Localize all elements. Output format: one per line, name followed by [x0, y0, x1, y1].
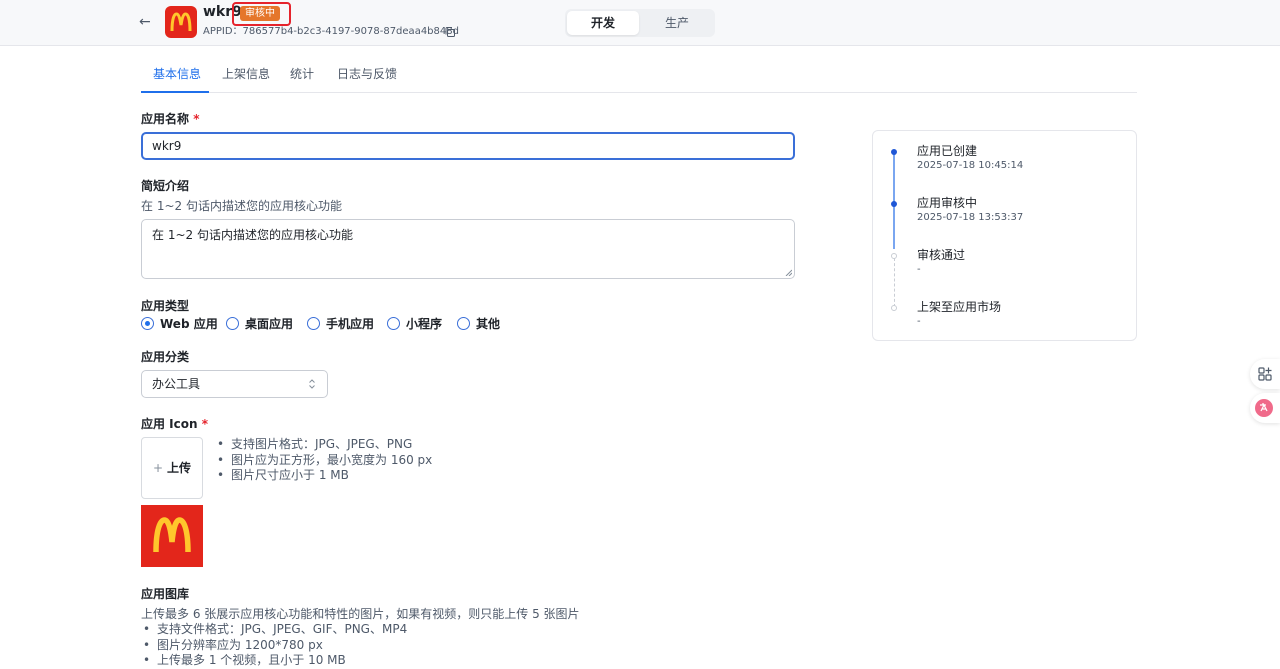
radio-label: 桌面应用 [245, 317, 294, 331]
timeline-title: 应用审核中 [917, 196, 978, 210]
app-logo [165, 6, 197, 38]
radio-label: Web 应用 [160, 317, 218, 331]
required-mark: * [193, 112, 200, 126]
floating-apps-button[interactable] [1250, 359, 1280, 389]
tab-basic-info[interactable]: 基本信息 [153, 66, 201, 82]
grid-add-icon [1258, 367, 1272, 381]
review-timeline: 应用已创建 2025-07-18 10:45:14 应用审核中 2025-07-… [872, 130, 1137, 341]
list-item: 上传最多 1 个视频，且小于 10 MB [141, 653, 407, 669]
icon-label: 应用 Icon * [141, 417, 209, 431]
timeline-time: - [917, 264, 921, 275]
mcdonalds-logo-icon [153, 517, 191, 553]
icon-rules-list: 支持图片格式：JPG、JPEG、PNG 图片应为正方形，最小宽度为 160 px… [215, 437, 432, 484]
timeline-item: 应用审核中 2025-07-18 13:53:37 [917, 196, 1023, 225]
category-select[interactable]: 办公工具 [141, 370, 328, 398]
tab-listing-info[interactable]: 上架信息 [222, 66, 270, 82]
timeline-dot-pending [891, 305, 897, 311]
icon-preview-image [141, 505, 203, 567]
intro-text: 在 1~2 句话内描述您的应用核心功能 [152, 228, 353, 242]
mcdonalds-logo-icon [170, 12, 192, 32]
app-id: APPID：786577b4-b2c3-4197-9078-87deaa4b84… [203, 26, 459, 37]
timeline-connector [893, 154, 895, 203]
list-item: 支持文件格式：JPG、JPEG、GIF、PNG、MP4 [141, 622, 407, 638]
timeline-time: - [917, 316, 921, 327]
radio-label: 小程序 [406, 317, 443, 331]
list-item: 图片应为正方形，最小宽度为 160 px [215, 453, 432, 469]
env-dev-button[interactable]: 开发 [567, 11, 639, 35]
translate-icon [1255, 399, 1273, 417]
intro-textarea[interactable]: 在 1~2 句话内描述您的应用核心功能 [141, 219, 795, 279]
required-mark: * [201, 417, 209, 431]
radio-empty-icon [307, 317, 320, 330]
category-value: 办公工具 [152, 377, 201, 391]
radio-empty-icon [457, 317, 470, 330]
radio-empty-icon [226, 317, 239, 330]
timeline-connector [893, 206, 895, 249]
top-bar: ← wkr9 审核中 APPID：786577b4-b2c3-4197-9078… [0, 0, 1280, 46]
timeline-dot-done [891, 149, 897, 155]
type-label: 应用类型 [141, 299, 190, 313]
upload-label: 上传 [167, 461, 192, 475]
timeline-item: 审核通过 - [917, 248, 965, 277]
category-label: 应用分类 [141, 350, 190, 364]
timeline-dot-pending [891, 253, 897, 259]
back-arrow-icon[interactable]: ← [139, 12, 155, 32]
timeline-dot-done [891, 201, 897, 207]
tab-logs-feedback[interactable]: 日志与反馈 [337, 66, 397, 82]
timeline-time: 2025-07-18 13:53:37 [917, 212, 1024, 223]
gallery-rules-list: 支持文件格式：JPG、JPEG、GIF、PNG、MP4 图片分辨率应为 1200… [141, 622, 407, 669]
app-name-input[interactable]: wkr9 [141, 132, 795, 160]
environment-switch: 开发 生产 [565, 9, 715, 37]
timeline-item: 上架至应用市场 - [917, 300, 1001, 329]
gallery-label: 应用图库 [141, 587, 190, 601]
list-item: 图片分辨率应为 1200*780 px [141, 638, 407, 654]
app-name-label: 应用名称 * [141, 112, 200, 126]
timeline-connector [894, 258, 895, 307]
resize-handle-icon[interactable] [785, 269, 792, 276]
floating-translate-button[interactable] [1250, 393, 1280, 423]
timeline-title: 上架至应用市场 [917, 300, 1002, 314]
timeline-title: 应用已创建 [917, 144, 978, 158]
intro-label: 简短介绍 [141, 179, 190, 193]
env-prod-button[interactable]: 生产 [641, 11, 713, 35]
radio-selected-icon [141, 317, 154, 330]
chevron-up-down-icon [309, 379, 315, 389]
timeline-time: 2025-07-18 10:45:14 [917, 160, 1024, 171]
active-tab-indicator [141, 91, 209, 93]
status-badge: 审核中 [240, 6, 280, 21]
plus-icon: + [152, 461, 164, 475]
tab-stats[interactable]: 统计 [290, 66, 314, 82]
tab-bar: 基本信息 上架信息 统计 日志与反馈 [141, 62, 1137, 93]
radio-empty-icon [387, 317, 400, 330]
list-item: 图片尺寸应小于 1 MB [215, 468, 432, 484]
gallery-hint: 上传最多 6 张展示应用核心功能和特性的图片，如果有视频，则只能上传 5 张图片 [141, 607, 580, 621]
radio-label: 其他 [476, 317, 501, 331]
timeline-item: 应用已创建 2025-07-18 10:45:14 [917, 144, 1023, 173]
upload-icon-button[interactable]: + 上传 [141, 437, 203, 499]
radio-label: 手机应用 [326, 317, 375, 331]
copy-icon[interactable] [444, 26, 456, 38]
list-item: 支持图片格式：JPG、JPEG、PNG [215, 437, 432, 453]
timeline-title: 审核通过 [917, 248, 966, 262]
intro-hint: 在 1~2 句话内描述您的应用核心功能 [141, 199, 342, 213]
